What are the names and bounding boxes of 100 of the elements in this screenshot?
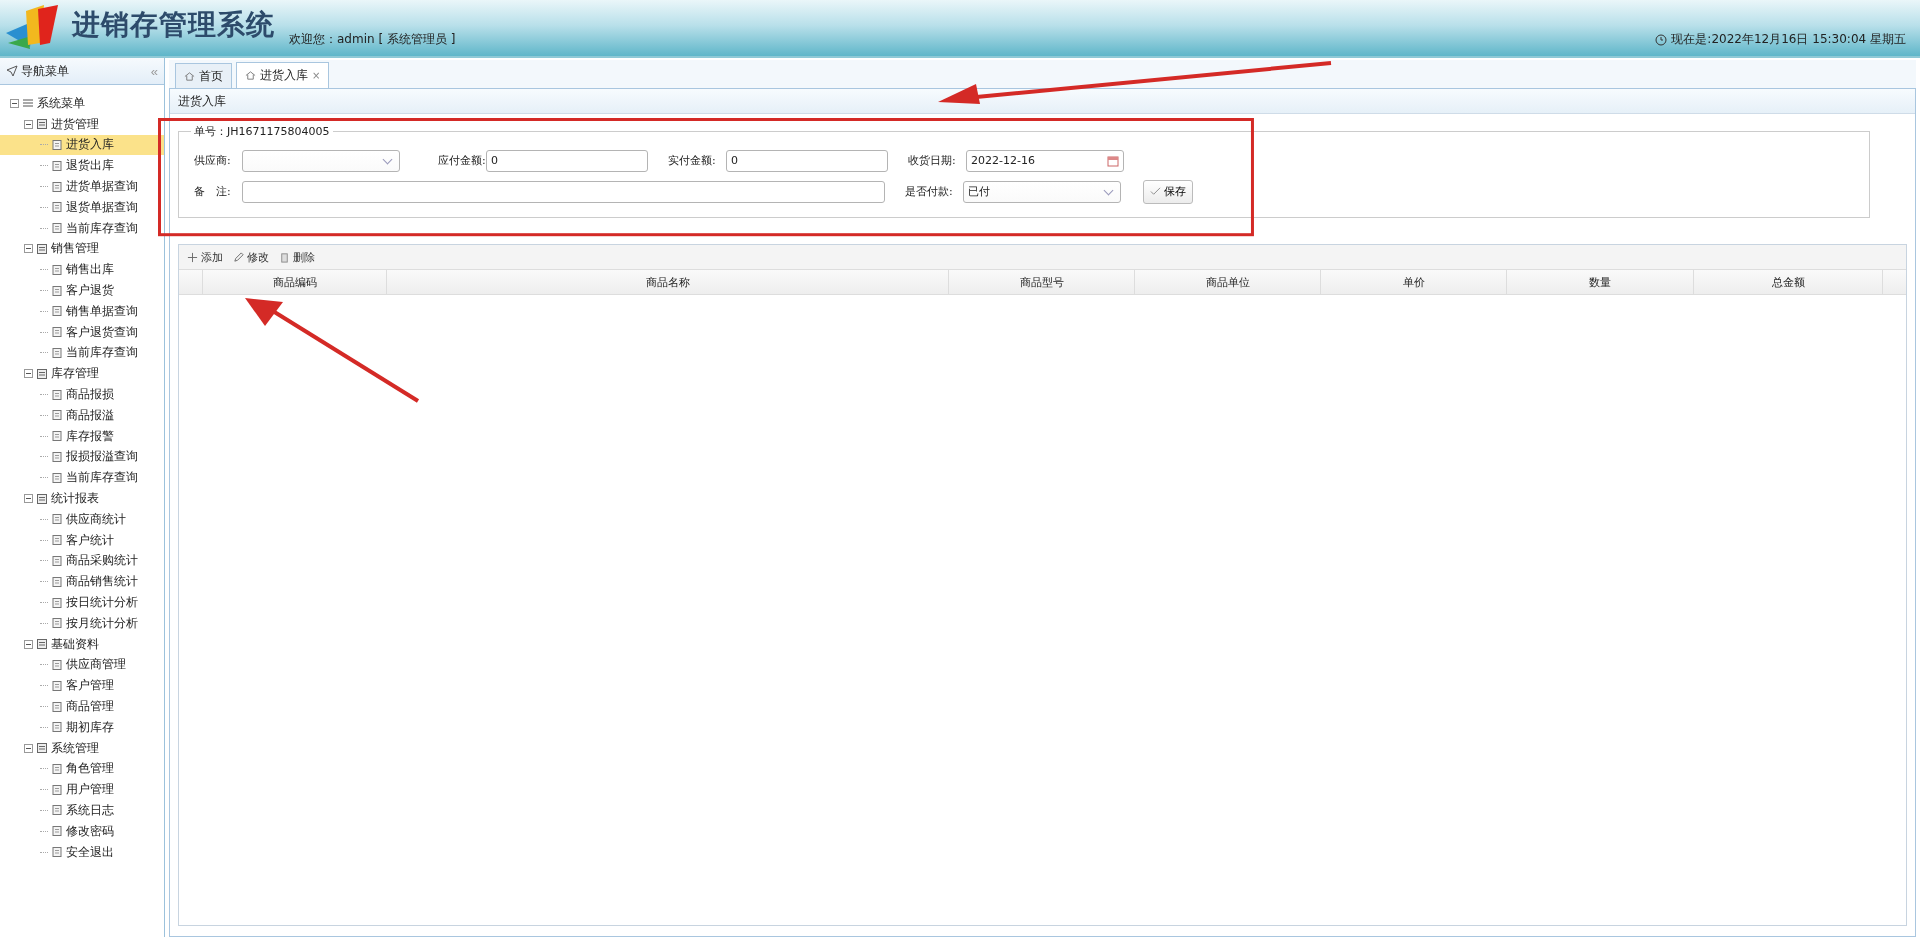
navigation-icon	[6, 65, 18, 77]
menu-item[interactable]: 商品采购统计	[0, 550, 164, 572]
tree-toggle[interactable]	[10, 98, 19, 108]
pencil-icon	[233, 251, 244, 263]
menu-item[interactable]: 角色管理	[0, 758, 164, 780]
menu-item[interactable]: 库存报警	[0, 425, 164, 447]
document-icon	[51, 222, 63, 235]
menu-item[interactable]: 系统日志	[0, 800, 164, 821]
document-icon	[51, 284, 63, 297]
document-icon	[51, 346, 63, 359]
menu-item[interactable]: 期初库存	[0, 716, 164, 738]
menu-item[interactable]: 当前库存查询	[0, 467, 164, 489]
column-header[interactable]: 商品名称	[387, 270, 949, 294]
menu-item[interactable]: 供应商统计	[0, 508, 164, 530]
remark-field[interactable]	[242, 180, 885, 203]
menu-item[interactable]: 用户管理	[0, 779, 164, 801]
tree-item[interactable]: 进货管理	[51, 115, 99, 133]
menu-item[interactable]: 客户管理	[0, 675, 164, 697]
trash-icon	[279, 251, 290, 263]
field-label: 实付金额:	[667, 153, 717, 168]
field-label: 供应商:	[193, 153, 232, 168]
menu-item[interactable]: 商品报损	[0, 384, 164, 405]
menu-item[interactable]: 当前库存查询	[0, 217, 164, 239]
document-icon	[51, 450, 63, 463]
document-icon	[51, 430, 63, 443]
folder-icon	[36, 742, 48, 755]
close-icon[interactable]: ×	[312, 70, 321, 81]
date-field[interactable]: 2022-12-16	[966, 149, 1124, 172]
clock-icon	[1655, 34, 1668, 46]
app-title: 进销存管理系统	[72, 7, 275, 43]
document-icon	[51, 825, 63, 838]
column-header[interactable]: 商品编码	[203, 270, 387, 294]
column-header[interactable]: 数量	[1507, 270, 1694, 294]
document-icon	[51, 617, 63, 630]
delete-button[interactable]: 删除	[277, 249, 317, 265]
menu-item[interactable]: 商品报溢	[0, 404, 164, 426]
document-icon	[51, 409, 63, 422]
document-icon	[51, 721, 63, 734]
home-icon	[245, 70, 256, 81]
menu-item[interactable]: 客户退货查询	[0, 321, 164, 343]
field-label: 备 注:	[193, 184, 232, 199]
calendar-icon[interactable]	[1107, 154, 1119, 167]
tree-toggle[interactable]	[24, 494, 33, 504]
column-header[interactable]: 商品型号	[949, 270, 1135, 294]
folder-icon	[36, 242, 48, 255]
document-icon	[51, 201, 63, 214]
document-icon	[51, 305, 63, 318]
tree-toggle[interactable]	[24, 119, 33, 129]
field-label: 收货日期:	[907, 153, 957, 168]
input-field[interactable]: 0	[486, 149, 648, 172]
menu-item[interactable]: 安全退出	[0, 841, 164, 863]
tree-item[interactable]: 系统菜单	[37, 94, 85, 112]
menu-item[interactable]: 进货入库	[0, 134, 164, 156]
document-icon	[51, 679, 63, 692]
folder-icon	[36, 118, 48, 131]
menu-item[interactable]: 供应商管理	[0, 654, 164, 676]
panel-title: 进货入库	[170, 89, 1915, 114]
document-icon	[51, 846, 63, 859]
tree-toggle[interactable]	[24, 244, 33, 254]
menu-item[interactable]: 按月统计分析	[0, 612, 164, 634]
menu-item[interactable]: 修改密码	[0, 820, 164, 842]
plus-icon	[187, 251, 198, 263]
input-field[interactable]: 0	[726, 149, 888, 172]
menu-item[interactable]: 当前库存查询	[0, 342, 164, 364]
document-icon	[51, 471, 63, 484]
tree-toggle[interactable]	[24, 743, 33, 753]
edit-button[interactable]: 修改	[231, 249, 271, 265]
menu-item[interactable]: 退货出库	[0, 155, 164, 177]
folder-icon	[36, 492, 48, 505]
tree-item[interactable]: 系统管理	[51, 739, 99, 757]
menu-item[interactable]: 报损报溢查询	[0, 446, 164, 468]
add-button[interactable]: 添加	[185, 249, 225, 265]
column-header[interactable]: 商品单位	[1135, 270, 1321, 294]
tree-item[interactable]: 库存管理	[51, 365, 99, 383]
menu-item[interactable]: 退货单据查询	[0, 197, 164, 218]
menu-item[interactable]: 客户退货	[0, 280, 164, 301]
document-icon	[51, 263, 63, 276]
document-icon	[51, 159, 63, 172]
menu-item[interactable]: 客户统计	[0, 529, 164, 551]
tab[interactable]: 首页	[175, 63, 232, 88]
tree-item[interactable]: 统计报表	[51, 490, 99, 508]
tree-item[interactable]: 基础资料	[51, 635, 99, 653]
tab[interactable]: 进货入库 ×	[236, 62, 330, 88]
payment-select[interactable]: 已付	[963, 180, 1121, 203]
menu-item[interactable]: 商品销售统计	[0, 571, 164, 593]
column-header[interactable]: 单价	[1321, 270, 1507, 294]
tree-toggle[interactable]	[24, 369, 33, 379]
menu-item[interactable]: 销售出库	[0, 259, 164, 281]
menu-item[interactable]: 销售单据查询	[0, 300, 164, 322]
document-icon	[51, 326, 63, 339]
menu-item[interactable]: 进货单据查询	[0, 176, 164, 197]
menu-item[interactable]: 商品管理	[0, 696, 164, 717]
tree-toggle[interactable]	[24, 639, 33, 649]
column-header[interactable]: 总金额	[1694, 270, 1883, 294]
document-icon	[51, 700, 63, 713]
menu-item[interactable]: 按日统计分析	[0, 592, 164, 613]
save-button[interactable]: 保存	[1143, 179, 1193, 204]
field-label: 应付金额:	[437, 153, 486, 168]
tree-item[interactable]: 销售管理	[51, 240, 99, 258]
folder-icon	[36, 638, 48, 651]
